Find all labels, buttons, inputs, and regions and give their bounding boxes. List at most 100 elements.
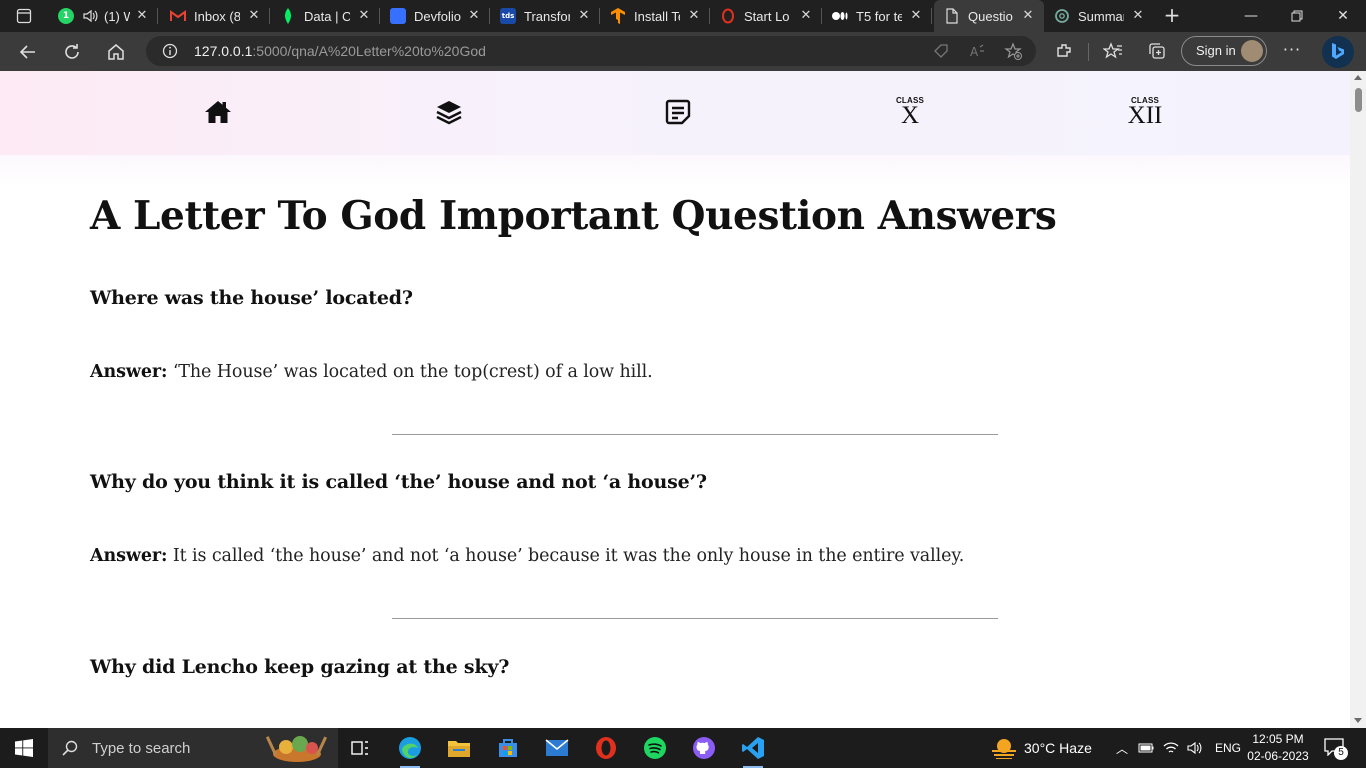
web-page: CLASS X CLASS XII A Letter To God Import… (0, 71, 1350, 728)
extensions-icon[interactable] (1055, 42, 1073, 60)
browser-tab[interactable]: Summar ✕ (1044, 0, 1154, 32)
info-icon[interactable] (162, 43, 178, 59)
nav-layers[interactable] (434, 95, 464, 129)
home-icon (205, 101, 231, 123)
home-outline-icon (108, 44, 124, 60)
divider (392, 434, 998, 435)
language-indicator[interactable]: ENG (1215, 741, 1241, 755)
edge-icon (399, 737, 421, 759)
taskbar-edge[interactable] (386, 728, 434, 768)
volume-icon[interactable] (1187, 741, 1203, 755)
tensorflow-icon (610, 8, 626, 24)
refresh-button[interactable] (58, 38, 86, 66)
back-button[interactable] (14, 38, 42, 66)
vertical-scrollbar[interactable] (1350, 71, 1366, 728)
new-tab-button[interactable]: + (1160, 4, 1184, 28)
minimize-button[interactable]: — (1228, 0, 1274, 32)
windows-logo-icon (15, 739, 33, 757)
notification-badge: 5 (1334, 746, 1348, 760)
task-view-button[interactable] (336, 728, 384, 768)
page-title: A Letter To God Important Question Answe… (90, 193, 1057, 239)
qa-item: Where was the house’ located? Answer: ‘T… (90, 287, 1050, 435)
browser-tab[interactable]: Inbox (8 ✕ (160, 0, 270, 32)
close-tab-icon[interactable]: ✕ (686, 8, 702, 24)
read-aloud-icon[interactable]: A (968, 42, 986, 60)
nav-home[interactable] (203, 95, 233, 129)
taskbar-search[interactable]: Type to search (48, 728, 338, 768)
tab-strip: 1 (1) W ✕ Inbox (8 ✕ Data | Cl ✕ Devfoli… (0, 0, 1366, 32)
nav-class-xii[interactable]: CLASS XII (1124, 95, 1166, 129)
close-tab-icon[interactable]: ✕ (134, 8, 150, 24)
close-tab-icon[interactable]: ✕ (1130, 8, 1146, 24)
nav-notes[interactable] (663, 95, 693, 129)
taskbar-spotify[interactable] (631, 728, 679, 768)
close-tab-icon[interactable]: ✕ (466, 8, 482, 24)
close-tab-icon[interactable]: ✕ (356, 8, 372, 24)
taskbar-github[interactable] (680, 728, 728, 768)
opera-icon (720, 8, 736, 24)
nav-shadow (0, 155, 1350, 185)
add-favorite-icon[interactable] (1004, 42, 1022, 60)
notification-center-button[interactable]: 5 (1324, 738, 1348, 760)
question-text: Where was the house’ located? (90, 287, 413, 309)
search-highlight-image (265, 736, 328, 762)
browser-tab[interactable]: tds Transfor ✕ (490, 0, 600, 32)
nav-class-x[interactable]: CLASS X (890, 95, 930, 129)
taskbar-file-explorer[interactable] (435, 728, 483, 768)
close-tab-icon[interactable]: ✕ (798, 8, 814, 24)
gmail-icon (170, 8, 186, 24)
whatsapp-icon: 1 (58, 8, 74, 24)
browser-tab[interactable]: Devfolio ✕ (380, 0, 490, 32)
address-bar[interactable]: 127.0.0.1:5000/qna/A%20Letter%20to%20God… (146, 36, 1036, 66)
speaker-icon (83, 9, 98, 23)
chatgpt-icon (1054, 8, 1070, 24)
taskbar-opera[interactable] (582, 728, 630, 768)
taskbar-vscode[interactable] (729, 728, 777, 768)
collections-icon[interactable] (1148, 42, 1166, 60)
scroll-up-arrow[interactable] (1354, 75, 1362, 80)
windows-taskbar: Type to search 30°C Haze ︿ ENG 12:05 PM … (0, 728, 1366, 768)
browser-tab[interactable]: Data | Cl ✕ (270, 0, 380, 32)
close-tab-icon[interactable]: ✕ (576, 8, 592, 24)
tray-overflow-icon[interactable]: ︿ (1114, 740, 1130, 757)
wifi-icon[interactable] (1163, 741, 1179, 755)
divider (392, 618, 998, 619)
toolbar-divider (1088, 43, 1089, 61)
browser-tab-active[interactable]: Questio ✕ (934, 0, 1044, 32)
vscode-icon (742, 737, 764, 759)
home-button[interactable] (102, 38, 130, 66)
system-clock[interactable]: 12:05 PM 02-06-2023 (1240, 731, 1316, 765)
more-menu-icon[interactable]: ··· (1281, 40, 1303, 62)
page-icon (944, 8, 960, 24)
notes-icon (665, 99, 691, 125)
sign-in-button[interactable]: Sign in (1181, 36, 1267, 66)
task-view-icon (351, 741, 368, 755)
bing-copilot-button[interactable] (1322, 36, 1354, 68)
close-tab-icon[interactable]: ✕ (246, 8, 262, 24)
taskbar-mail[interactable] (533, 728, 581, 768)
browser-tab[interactable]: 1 (1) W ✕ (48, 0, 158, 32)
favorites-icon[interactable] (1103, 42, 1123, 60)
tag-icon[interactable] (932, 42, 950, 60)
browser-tab[interactable]: Install Te ✕ (600, 0, 710, 32)
taskbar-store[interactable] (484, 728, 532, 768)
battery-icon[interactable] (1138, 741, 1154, 755)
restore-button[interactable] (1274, 0, 1320, 32)
tab-actions-icon (16, 8, 32, 24)
browser-tab[interactable]: T5 for te ✕ (822, 0, 932, 32)
close-window-button[interactable]: ✕ (1320, 0, 1366, 32)
close-tab-icon[interactable]: ✕ (1020, 8, 1036, 24)
scroll-down-arrow[interactable] (1354, 718, 1362, 723)
folder-icon (448, 741, 470, 757)
haze-weather-icon (992, 739, 1016, 759)
browser-tab[interactable]: Start Loc ✕ (710, 0, 822, 32)
scrollbar-thumb[interactable] (1355, 88, 1362, 112)
url-text[interactable]: 127.0.0.1:5000/qna/A%20Letter%20to%20God (194, 43, 486, 59)
back-arrow-icon (19, 45, 35, 59)
tab-actions-button[interactable] (8, 4, 40, 28)
qa-item: Why do you think it is called ‘the’ hous… (90, 471, 1050, 619)
close-tab-icon[interactable]: ✕ (908, 8, 924, 24)
weather-widget[interactable]: 30°C Haze (990, 728, 1092, 768)
start-button[interactable] (0, 728, 48, 768)
article: A Letter To God Important Question Answe… (90, 191, 1090, 678)
